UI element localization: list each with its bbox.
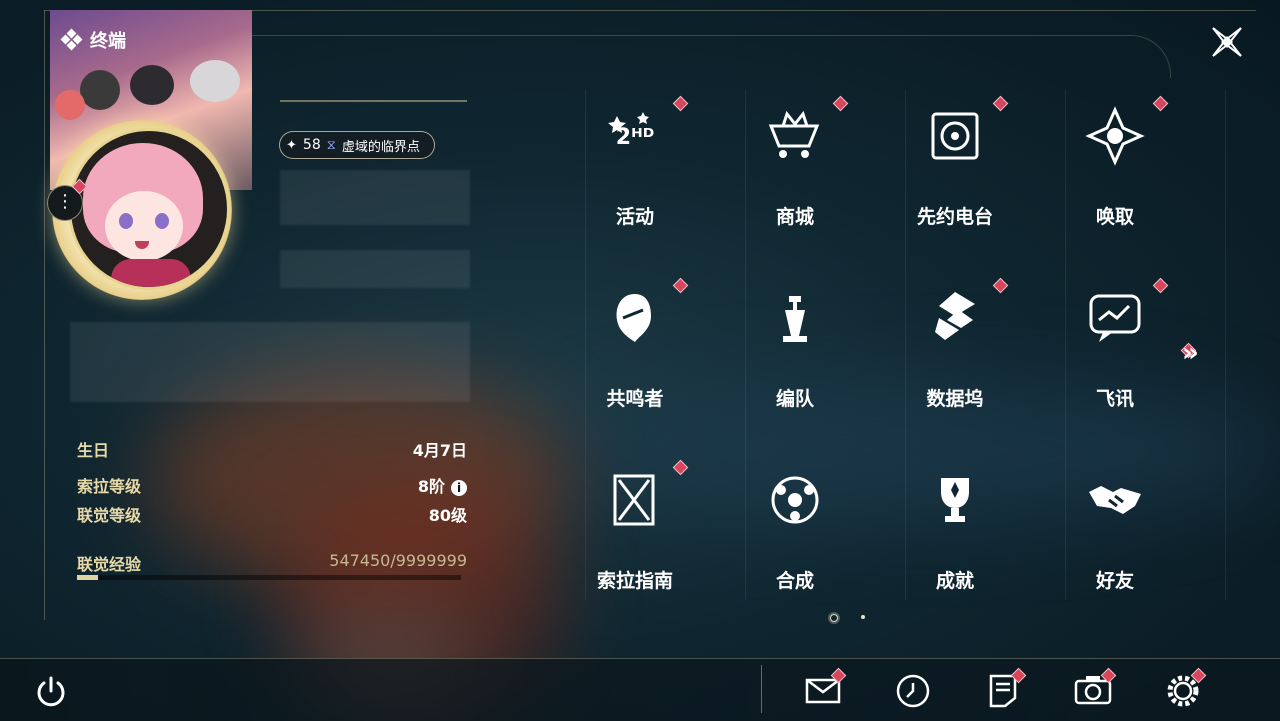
close-icon[interactable] <box>1207 22 1247 62</box>
name-underline <box>280 100 467 102</box>
menu-item-shop-cart[interactable]: 商城 <box>715 90 875 240</box>
clock-button[interactable] <box>893 670 933 710</box>
sparkle-icon: ✦ <box>286 137 297 153</box>
svg-text:2ᴴᴰ: 2ᴴᴰ <box>616 125 654 150</box>
activity-icon: 2ᴴᴰ <box>608 112 654 150</box>
bottom-divider <box>761 665 762 713</box>
radio-icon <box>931 112 979 160</box>
notification-dot <box>1152 95 1169 112</box>
mail-button[interactable] <box>803 667 847 710</box>
menu-item-resonator[interactable]: 共鸣者 <box>555 272 715 422</box>
guide-icon <box>613 474 655 526</box>
camera-button[interactable] <box>1073 667 1117 710</box>
menu-item-summon[interactable]: 唤取 <box>1035 90 1195 240</box>
notification-dot <box>992 95 1009 112</box>
power-icon[interactable] <box>33 674 69 710</box>
notification-dot <box>1152 277 1169 294</box>
menu-grid: 2ᴴᴰ 活动 商城 先约电台 唤取 共鸣者 编队 数据坞 飞讯 索拉指南 合成 … <box>555 90 1226 600</box>
notification-dot <box>672 459 689 476</box>
info-row-sol-rank: 索拉等级 8阶 i <box>77 473 467 497</box>
info-row-union-level: 联觉等级 80级 <box>77 506 467 525</box>
menu-item-databank[interactable]: 数据坞 <box>875 272 1035 422</box>
menu-item-label: 成就 <box>935 570 974 592</box>
page-indicator-1[interactable] <box>828 612 840 624</box>
player-level: 58 <box>302 137 321 153</box>
title-name: 虚域的临界点 <box>341 139 420 155</box>
menu-item-label: 先约电台 <box>916 206 993 228</box>
title-badge[interactable]: ✦ 58 ⧖ 虚域的临界点 <box>279 131 435 159</box>
exp-progress-bar <box>77 575 461 580</box>
synthesis-icon <box>771 476 819 524</box>
player-name-blurred <box>280 170 470 225</box>
exp-progress-fill <box>77 575 99 580</box>
menu-item-guide[interactable]: 索拉指南 <box>555 454 715 604</box>
trophy-icon <box>941 478 969 522</box>
menu-item-trophy[interactable]: 成就 <box>875 454 1035 604</box>
player-id-blurred <box>280 250 470 288</box>
frame-line-curve <box>252 35 1171 78</box>
next-page-arrow-icon[interactable]: » <box>1182 338 1199 368</box>
menu-item-synthesis[interactable]: 合成 <box>715 454 875 604</box>
databank-icon <box>935 292 975 340</box>
terminal-title: 终端 <box>60 27 126 53</box>
shop-cart-icon <box>768 110 820 158</box>
frame-line-left <box>44 10 45 620</box>
menu-item-label: 编队 <box>775 388 814 410</box>
terminal-diamond-icon <box>60 28 83 51</box>
menu-item-label: 唤取 <box>1095 206 1134 228</box>
menu-item-label: 数据坞 <box>926 388 984 410</box>
title-emblem-icon: ⧖ <box>326 137 336 153</box>
notification-dot <box>672 95 689 112</box>
message-icon <box>1089 294 1141 342</box>
notes-button[interactable] <box>983 667 1027 710</box>
info-icon[interactable]: i <box>451 480 467 496</box>
menu-item-message[interactable]: 飞讯 <box>1035 272 1195 422</box>
menu-item-label: 商城 <box>775 206 814 228</box>
menu-item-label: 好友 <box>1095 570 1134 592</box>
menu-item-chess-team[interactable]: 编队 <box>715 272 875 422</box>
chess-team-icon <box>783 296 807 342</box>
notification-dot <box>672 277 689 294</box>
settings-button[interactable] <box>1163 667 1207 710</box>
info-row-birthday: 生日 4月7日 <box>77 441 467 460</box>
menu-grid-line <box>1225 90 1226 600</box>
menu-item-label: 飞讯 <box>1095 388 1134 410</box>
menu-item-label: 共鸣者 <box>606 388 664 410</box>
notification-dot <box>832 95 849 112</box>
menu-item-label: 合成 <box>775 570 814 592</box>
signature-blurred[interactable] <box>70 322 470 402</box>
info-row-union-exp: 联觉经验 547450/9999999 <box>77 551 467 574</box>
avatar[interactable] <box>68 128 230 290</box>
menu-item-label: 索拉指南 <box>596 570 673 592</box>
handshake-icon <box>1089 486 1141 514</box>
menu-item-handshake[interactable]: 好友 <box>1035 454 1195 604</box>
summon-icon <box>1085 106 1145 166</box>
clock-icon <box>896 674 930 708</box>
menu-item-label: 活动 <box>615 206 654 228</box>
terminal-label: 终端 <box>90 31 126 52</box>
menu-item-activity[interactable]: 2ᴴᴰ 活动 <box>555 90 715 240</box>
page-indicator-2[interactable] <box>861 615 865 619</box>
resonator-icon <box>616 294 651 342</box>
notification-dot <box>992 277 1009 294</box>
menu-item-radio[interactable]: 先约电台 <box>875 90 1035 240</box>
